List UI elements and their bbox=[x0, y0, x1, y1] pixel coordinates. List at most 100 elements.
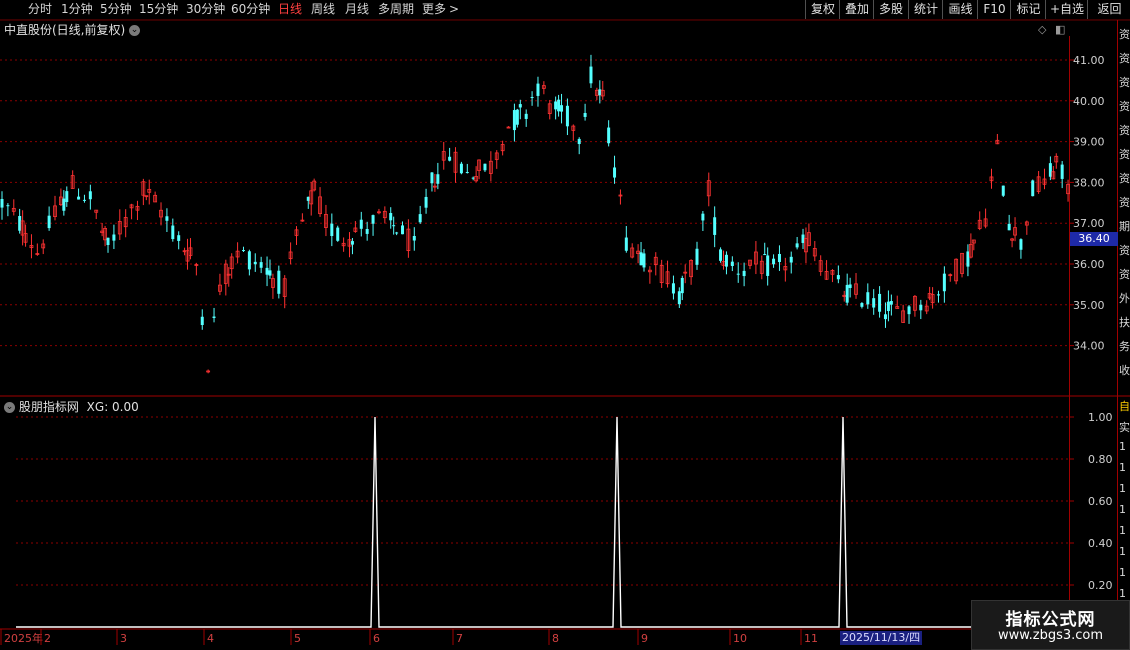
candle-body bbox=[907, 306, 911, 315]
candle-body bbox=[680, 277, 684, 294]
period-tab-7[interactable]: 周线 bbox=[311, 0, 335, 19]
candle-body bbox=[607, 127, 611, 144]
candle-body bbox=[401, 225, 405, 235]
period-tab-10[interactable]: 更多 bbox=[422, 0, 446, 19]
watermark: 指标公式网 www.zbgs3.com bbox=[971, 600, 1130, 650]
cursor-date-badge: 2025/11/13/四 bbox=[840, 631, 923, 645]
main-chart-title: 中直股份(日线,前复权) ⌄ bbox=[4, 21, 141, 38]
indicator-title: ⌄ 股朋指标网 XG: 0.00 bbox=[4, 398, 139, 415]
candle-body bbox=[772, 258, 776, 265]
candle-body bbox=[512, 110, 516, 131]
price-tick-label: 34.00 bbox=[1073, 340, 1105, 353]
toolbar-button-4[interactable]: 画线 bbox=[942, 0, 978, 19]
candle-body bbox=[889, 301, 893, 305]
price-tick-label: 40.00 bbox=[1073, 95, 1105, 108]
candle-body bbox=[577, 138, 581, 145]
toolbar-button-2[interactable]: 多股 bbox=[873, 0, 908, 19]
candle-body bbox=[448, 156, 452, 161]
candle-body bbox=[524, 113, 528, 119]
strip-char-bottom: 1 bbox=[1119, 524, 1126, 537]
price-axis: 41.00 40.00 39.00 38.00 37.00 36.00 35.00 34.00 bbox=[1069, 54, 1105, 353]
chevron-down-icon[interactable]: ⌄ bbox=[129, 25, 141, 36]
price-tick-label: 41.00 bbox=[1073, 54, 1105, 67]
chart-area[interactable]: 41.0040.0039.0038.0037.0036.0035.0034.00… bbox=[0, 0, 1130, 650]
x-axis-label: 2025年 bbox=[4, 631, 43, 645]
candle-body bbox=[886, 301, 890, 312]
strip-char: 资 bbox=[1119, 172, 1130, 185]
toolbar-button-0[interactable]: 复权 bbox=[805, 0, 840, 19]
price-tick-label: 39.00 bbox=[1073, 136, 1105, 149]
candle-body bbox=[268, 270, 272, 276]
candle-body bbox=[936, 294, 940, 296]
candle-body bbox=[1060, 164, 1064, 179]
candle-body bbox=[253, 261, 257, 265]
candle-body bbox=[371, 215, 375, 224]
time-axis: 2025年 2 3 4 5 6 7 8 9 10 11 bbox=[0, 629, 818, 645]
period-toolbar: 分时 1分钟 5分钟 15分钟 30分钟 60分钟 日线 周线 月线 多周期 更多 > 复权 叠加 多股 统计… bbox=[0, 0, 1130, 20]
toolbar-button-6[interactable]: 标记 bbox=[1010, 0, 1046, 19]
candle-body bbox=[866, 292, 870, 305]
price-tick-label: 35.00 bbox=[1073, 299, 1105, 312]
chevron-down-icon[interactable]: ⌄ bbox=[4, 402, 15, 413]
toolbar-button-5[interactable]: F10 bbox=[977, 0, 1011, 19]
strip-char-bottom: 1 bbox=[1119, 545, 1126, 558]
candle-body bbox=[247, 251, 251, 270]
strip-char: 资 bbox=[1119, 100, 1130, 113]
strip-char: 资 bbox=[1119, 124, 1130, 137]
indicator-value: XG: 0.00 bbox=[86, 400, 139, 414]
candle-body bbox=[845, 284, 849, 303]
period-tab-9[interactable]: 多周期 bbox=[378, 0, 414, 19]
candle-body bbox=[212, 316, 216, 319]
candle-body bbox=[350, 241, 354, 245]
candle-body bbox=[171, 225, 175, 240]
strip-char: 资 bbox=[1119, 268, 1130, 281]
candle-body bbox=[860, 303, 864, 307]
candle-body bbox=[515, 109, 519, 125]
strip-char-bottom: 1 bbox=[1119, 587, 1126, 600]
candle-body bbox=[165, 216, 169, 221]
candle-body bbox=[418, 214, 422, 223]
period-tab-5[interactable]: 60分钟 bbox=[231, 0, 270, 19]
x-axis-label: 3 bbox=[120, 632, 127, 645]
strip-char: 资 bbox=[1119, 196, 1130, 209]
strip-char: 资 bbox=[1119, 52, 1130, 65]
strip-char: 资 bbox=[1119, 148, 1130, 161]
strip-char: 务 bbox=[1119, 340, 1130, 353]
candle-body bbox=[177, 235, 181, 241]
period-tab-2[interactable]: 5分钟 bbox=[100, 0, 132, 19]
candle-body bbox=[1001, 185, 1005, 196]
toolbar-button-3[interactable]: 统计 bbox=[908, 0, 943, 19]
candle-body bbox=[736, 273, 740, 275]
toolbar-button-8[interactable]: 返回 bbox=[1087, 0, 1130, 19]
window-toggle-icon[interactable]: ◧ bbox=[1055, 23, 1065, 36]
candle-body bbox=[872, 298, 876, 308]
candle-body bbox=[642, 253, 646, 268]
candle-body bbox=[777, 253, 781, 263]
xg-signal-line bbox=[16, 416, 1069, 628]
period-tab-8[interactable]: 月线 bbox=[345, 0, 369, 19]
toolbar-button-1[interactable]: 叠加 bbox=[839, 0, 874, 19]
period-tab-0[interactable]: 分时 bbox=[28, 0, 52, 19]
candle-body bbox=[677, 291, 681, 305]
candle-body bbox=[436, 174, 440, 184]
candlestick-series[interactable] bbox=[0, 54, 1070, 374]
strip-char: 收 bbox=[1119, 364, 1130, 377]
period-tab-4[interactable]: 30分钟 bbox=[186, 0, 225, 19]
diamond-icon[interactable]: ◇ bbox=[1038, 23, 1046, 36]
period-tab-3[interactable]: 15分钟 bbox=[139, 0, 178, 19]
toolbar-button-7[interactable]: +自选 bbox=[1045, 0, 1088, 19]
candle-body bbox=[430, 172, 434, 184]
period-tab-1[interactable]: 1分钟 bbox=[61, 0, 93, 19]
candle-body bbox=[730, 261, 734, 267]
candle-body bbox=[1007, 223, 1011, 231]
period-tab-6[interactable]: 日线 bbox=[278, 0, 302, 19]
candle-body bbox=[518, 104, 522, 108]
price-tick-label: 36.00 bbox=[1073, 258, 1105, 271]
candle-body bbox=[0, 199, 4, 208]
candle-body bbox=[789, 256, 793, 263]
candle-body bbox=[565, 105, 569, 127]
candle-body bbox=[424, 196, 428, 208]
x-axis-label: 8 bbox=[552, 632, 559, 645]
more-arrow-icon[interactable]: > bbox=[449, 0, 459, 19]
candle-body bbox=[265, 267, 269, 275]
